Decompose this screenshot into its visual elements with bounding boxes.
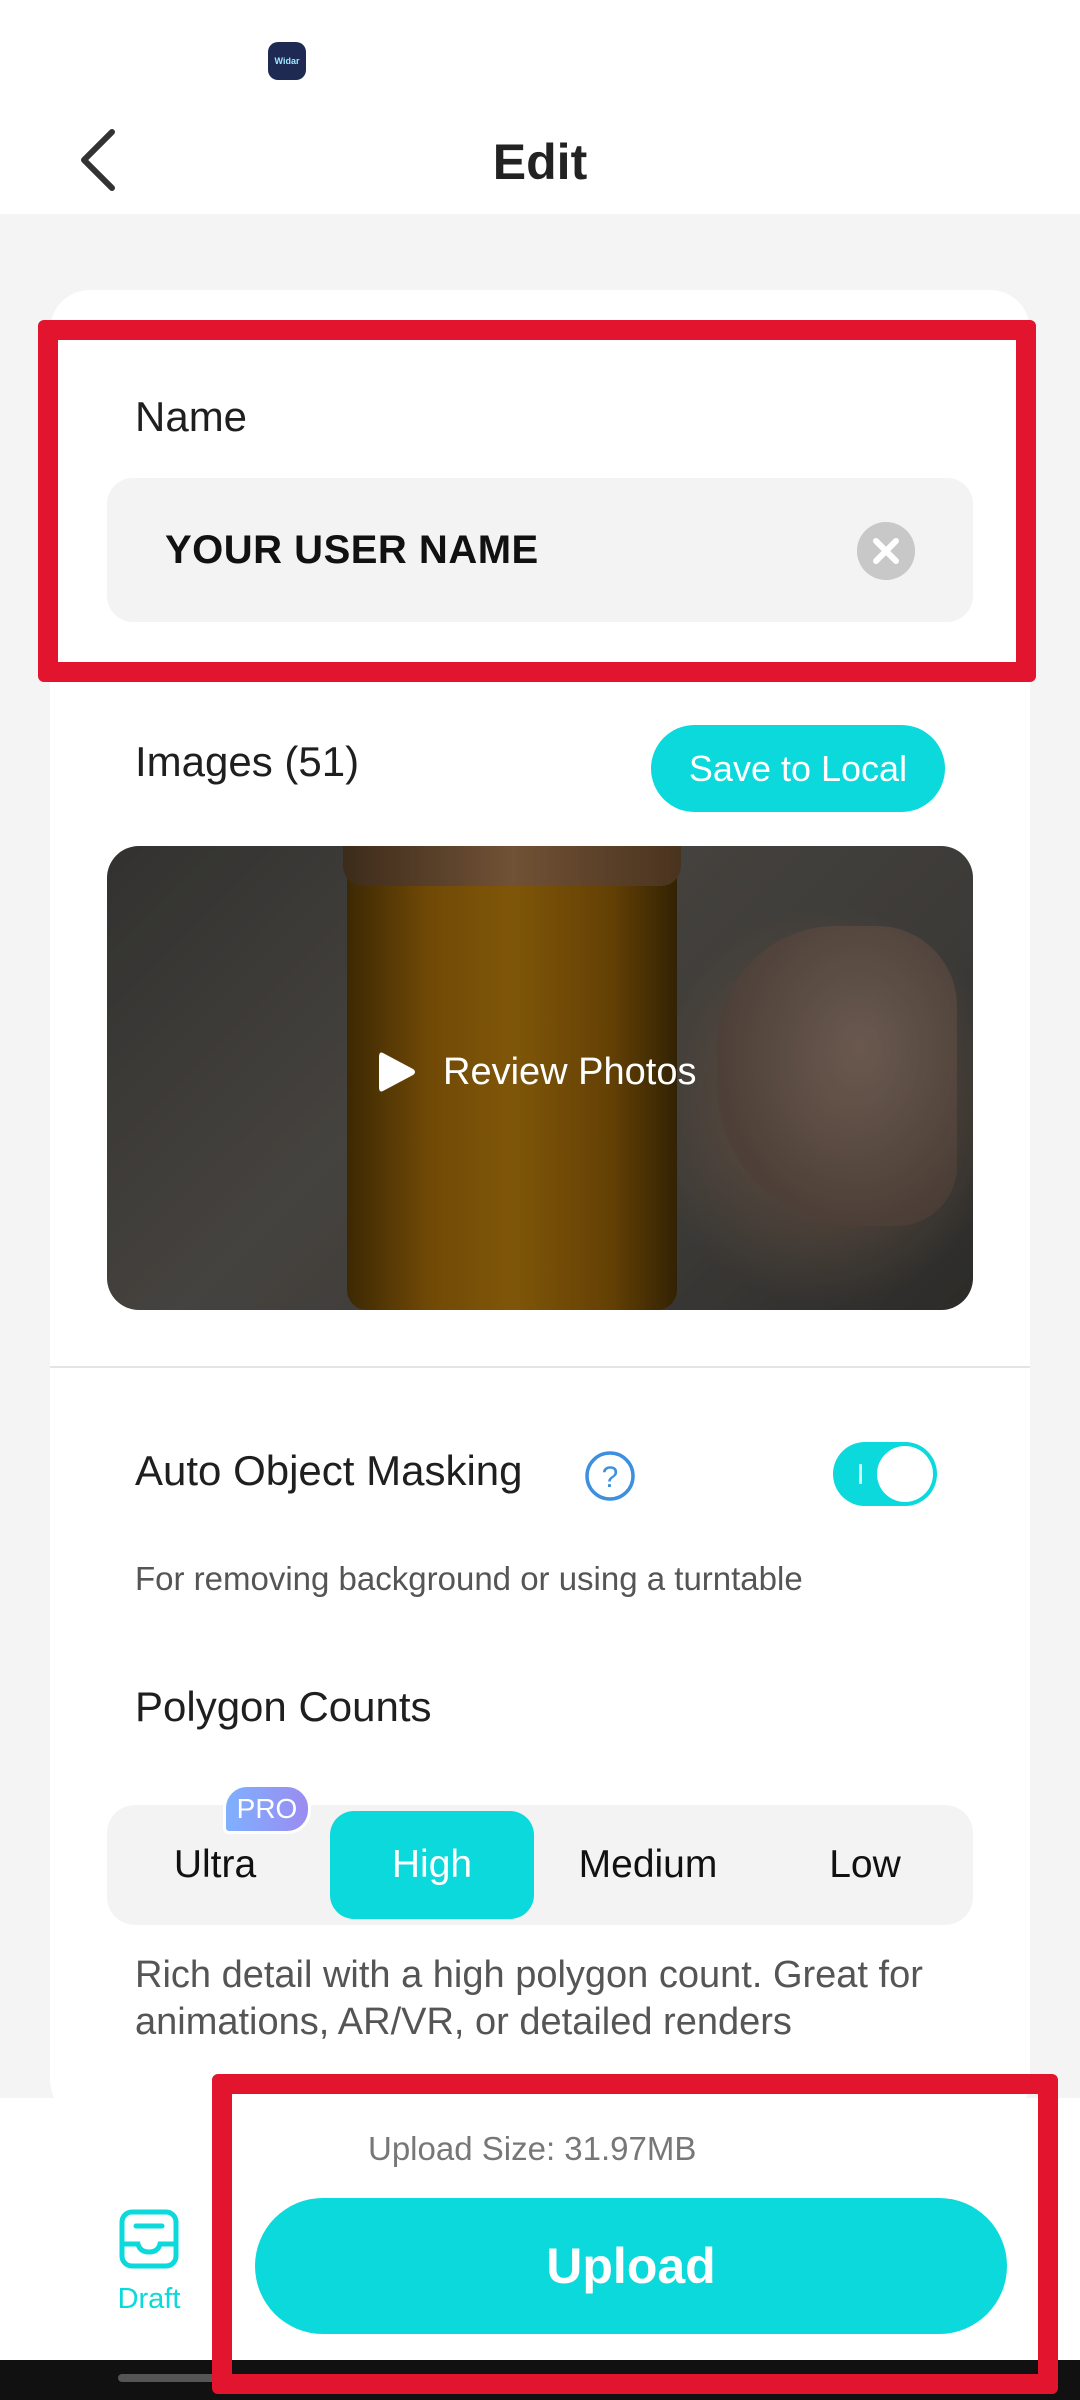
upload-size-text: Upload Size: 31.97MB	[368, 2130, 697, 2167]
back-arrow-icon[interactable]	[72, 120, 132, 200]
masking-toggle[interactable]	[833, 1442, 937, 1506]
gesture-handle[interactable]	[118, 2374, 958, 2382]
polygon-option-high[interactable]: High	[330, 1811, 534, 1919]
masking-hint: For removing background or using a turnt…	[135, 1560, 803, 1597]
save-to-local-button[interactable]: Save to Local	[651, 725, 945, 812]
pro-badge: PRO	[223, 1784, 311, 1834]
name-input[interactable]: YOUR USER NAME	[107, 478, 973, 622]
toggle-knob	[877, 1446, 933, 1502]
photo-preview[interactable]: Review Photos	[107, 846, 973, 1310]
bottom-bar: Draft Upload Size: 31.97MB Upload	[0, 2098, 1080, 2360]
app-bar: Edit	[0, 110, 1080, 214]
svg-text:?: ?	[602, 1461, 619, 1494]
polygon-description: Rich detail with a high polygon count. G…	[135, 1954, 923, 2043]
polygon-label: Polygon Counts	[135, 1683, 432, 1730]
review-photos-label: Review Photos	[443, 1050, 697, 1093]
name-value[interactable]: YOUR USER NAME	[165, 528, 539, 573]
system-nav-bar	[0, 2360, 1080, 2400]
divider	[50, 1366, 1030, 1368]
toggle-on-mark	[859, 1464, 862, 1484]
edit-card: Name YOUR USER NAME Images (51) Save to …	[50, 290, 1030, 2120]
help-icon[interactable]: ?	[584, 1450, 636, 1502]
clear-icon[interactable]	[857, 522, 915, 580]
page-title: Edit	[492, 134, 588, 190]
status-bar: Widar	[0, 0, 1080, 110]
draft-label: Draft	[117, 2283, 181, 2315]
upload-button[interactable]: Upload	[255, 2198, 1007, 2334]
draft-tray-icon	[119, 2209, 179, 2269]
images-label: Images (51)	[135, 738, 360, 785]
masking-label: Auto Object Masking	[135, 1447, 523, 1494]
polygon-option-medium[interactable]: Medium	[546, 1811, 750, 1919]
play-icon	[379, 1052, 415, 1092]
review-photos-button[interactable]: Review Photos	[377, 1042, 696, 1102]
polygon-option-low[interactable]: Low	[763, 1811, 967, 1919]
draft-button[interactable]: Draft	[112, 2206, 186, 2316]
app-icon: Widar	[268, 42, 306, 80]
name-label: Name	[135, 393, 248, 440]
